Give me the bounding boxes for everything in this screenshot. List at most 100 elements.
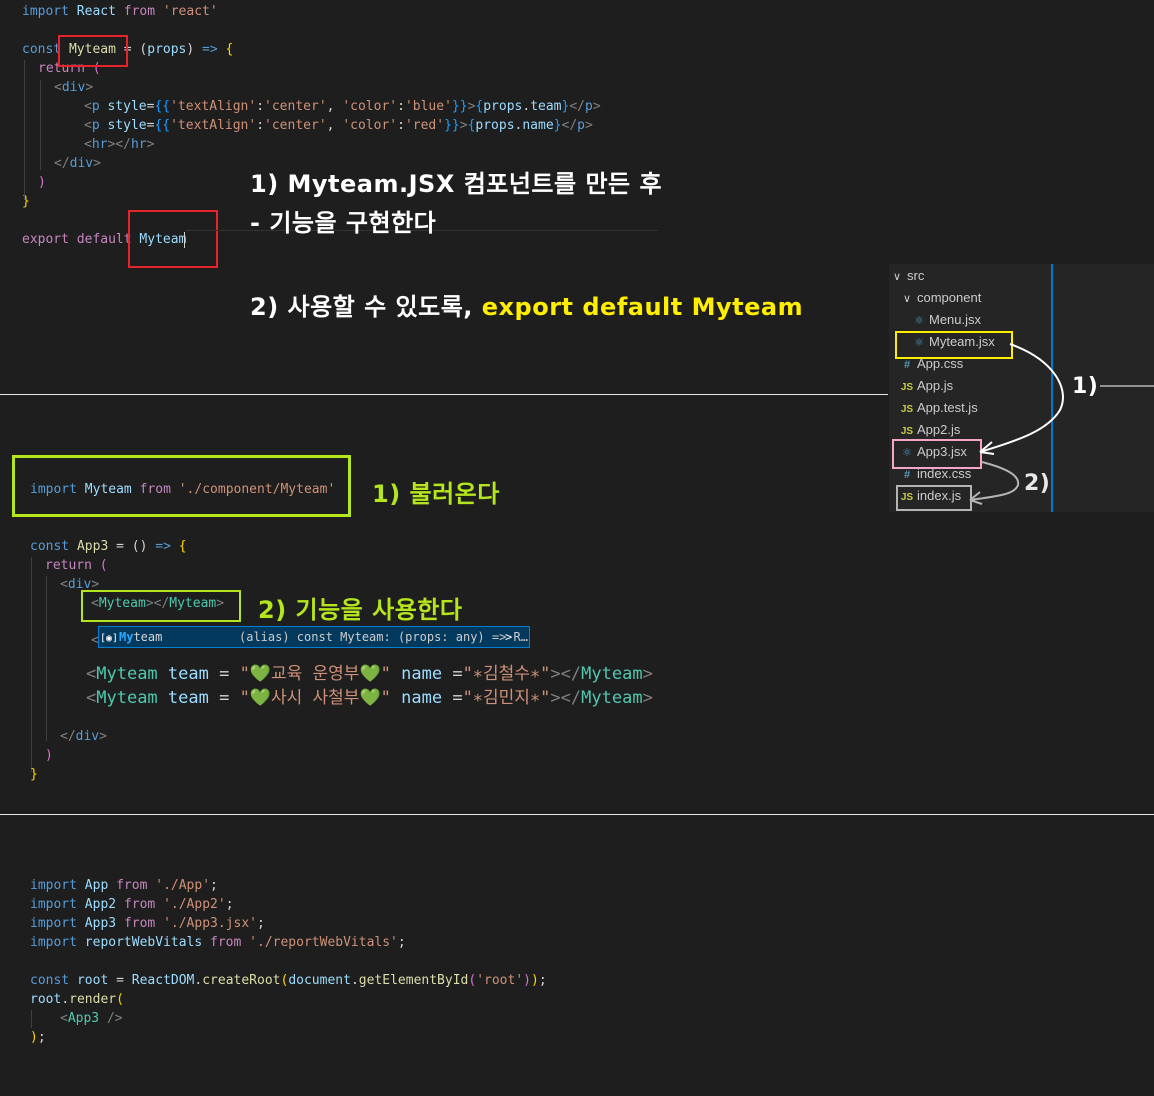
code-token: createRoot — [202, 973, 281, 988]
code-token: }} — [451, 99, 468, 114]
code-token: ; — [257, 916, 265, 931]
code-token: style — [107, 118, 147, 133]
code-token: " — [239, 688, 250, 708]
code-line: root.render( — [30, 990, 124, 1009]
code-line: </div> — [60, 727, 107, 746]
myteam-usage-line: <Myteam team = "💚교육 운영부💚" name ="∗김철수∗">… — [86, 662, 653, 686]
code-token: const — [30, 973, 70, 988]
code-token: ) — [523, 973, 531, 988]
code-token: Myteam — [96, 664, 158, 684]
code-token: p — [91, 118, 100, 133]
code-token: div — [69, 156, 94, 171]
code-token: import — [30, 916, 77, 931]
code-line: ) — [45, 746, 53, 765]
javascript-icon: JS — [900, 404, 914, 415]
code-line: <App3 /> — [60, 1009, 123, 1028]
code-token: </ — [60, 729, 76, 744]
code-token: ( — [468, 973, 477, 988]
code-token: App3 — [84, 916, 117, 931]
code-line: <p style={{'textAlign':'center', 'color'… — [84, 116, 593, 135]
code-token: Myteam — [581, 688, 643, 708]
code-token: 'red' — [404, 118, 445, 133]
explorer-item-app2-js[interactable]: JS App2.js — [899, 419, 961, 441]
code-token: = () — [108, 539, 156, 554]
code-token: 'root' — [476, 973, 524, 988]
code-token: ) — [186, 42, 203, 57]
code-token: './App2' — [163, 897, 226, 912]
code-token: 'blue' — [404, 99, 452, 114]
code-token: "∗김철수∗" — [462, 664, 551, 684]
code-token: root — [30, 992, 62, 1007]
chevron-down-icon[interactable]: ∨ — [903, 288, 917, 310]
code-token: 'react' — [162, 4, 218, 19]
code-token: : — [397, 99, 405, 114]
code-token: > — [93, 156, 101, 171]
code-token: Myteam — [581, 664, 643, 684]
annotation-import: 1) 불러온다 — [372, 480, 500, 508]
code-token: = — [442, 688, 463, 708]
code-token: " — [380, 664, 391, 684]
explorer-item-src[interactable]: ∨ src — [893, 265, 924, 287]
code-token: p — [584, 99, 593, 114]
code-token: > — [592, 99, 601, 114]
code-token: 'color' — [342, 99, 398, 114]
green-heart-icon: 💚 — [359, 688, 381, 708]
code-token: 'textAlign' — [170, 99, 257, 114]
code-token: 사시 사철부 — [271, 688, 360, 708]
code-token: hr — [91, 137, 108, 152]
code-token: App — [84, 878, 109, 893]
explorer-item-component[interactable]: ∨ component — [903, 287, 981, 309]
code-line: import App3 from './App3.jsx'; — [30, 914, 265, 933]
code-token: = — [108, 973, 132, 988]
code-token: props — [475, 118, 515, 133]
code-line: return ( — [45, 556, 108, 575]
highlight-export-myteam — [128, 210, 218, 268]
autocomplete-suggestion[interactable]: [◉]Myteam (alias) const Myteam: (props: … — [98, 626, 530, 648]
chevron-right-icon[interactable]: > — [505, 627, 512, 647]
code-token: => — [202, 42, 218, 57]
explorer-item-menu-jsx[interactable]: ⚛ Menu.jsx — [911, 309, 981, 331]
code-token: = — [442, 664, 463, 684]
code-token: import — [30, 935, 77, 950]
section-divider — [0, 394, 888, 395]
code-token: . — [522, 99, 531, 114]
import-myteam-line: import Myteam from './component/Myteam' — [30, 480, 335, 499]
code-token: ) — [38, 175, 46, 190]
code-token: < — [60, 577, 68, 592]
autocomplete-label: team — [133, 630, 163, 644]
code-token: import — [30, 482, 77, 497]
code-token: p — [577, 118, 585, 133]
code-token: => — [155, 539, 171, 554]
code-token: name — [401, 688, 443, 708]
code-token: props — [483, 99, 523, 114]
code-token: hr — [130, 137, 147, 152]
explorer-item-app-js[interactable]: JS App.js — [899, 375, 953, 397]
code-token: {{ — [154, 99, 171, 114]
chevron-down-icon[interactable]: ∨ — [893, 266, 907, 288]
indent-guide — [24, 60, 25, 200]
code-token: < — [86, 664, 97, 684]
variable-icon: [◉] — [99, 633, 119, 644]
indent-guide — [31, 557, 32, 772]
code-token: "∗김민지∗" — [462, 688, 551, 708]
code-token: { — [225, 42, 234, 57]
code-line: <hr></hr> — [84, 135, 154, 154]
code-token: = — [208, 688, 240, 708]
code-token: from — [123, 4, 156, 19]
explorer-label-2: 2) — [1024, 471, 1051, 496]
code-token: /> — [106, 1011, 123, 1026]
code-token: > — [584, 118, 593, 133]
code-token: from — [210, 935, 242, 950]
code-token: 'center' — [264, 118, 327, 133]
